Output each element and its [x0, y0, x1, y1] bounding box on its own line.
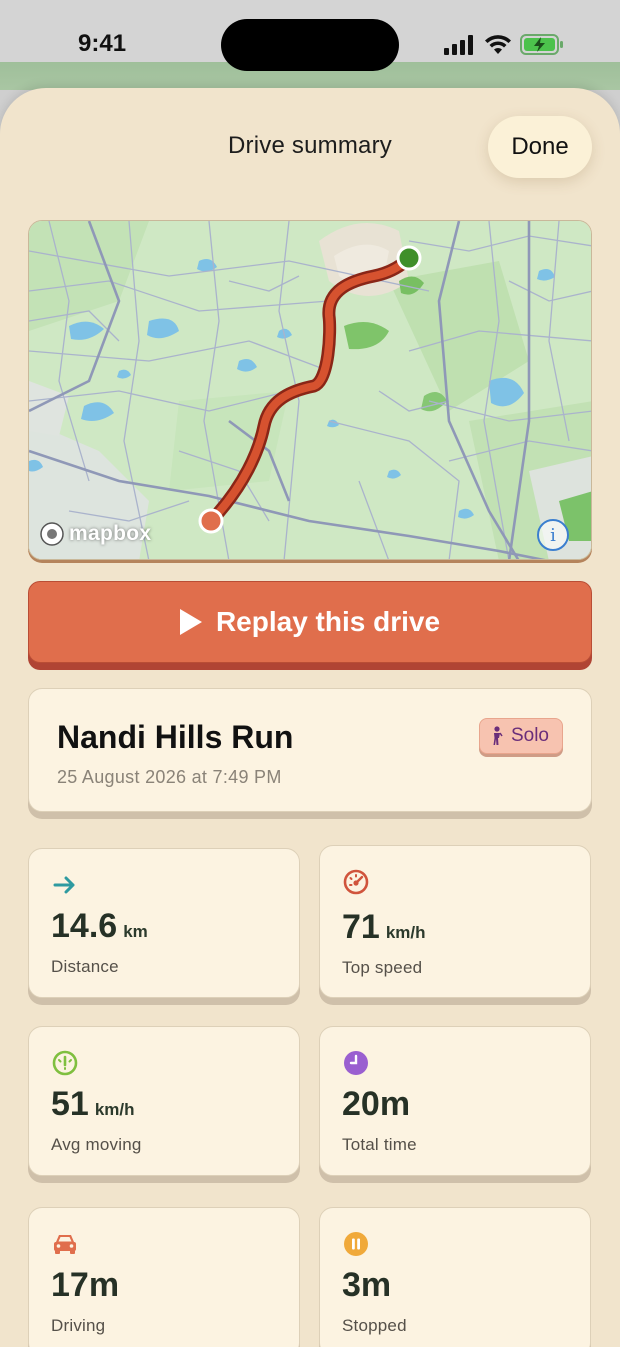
stat-label: Total time	[342, 1135, 417, 1154]
end-marker[interactable]	[198, 508, 224, 534]
done-button[interactable]: Done	[488, 116, 592, 178]
mapbox-icon	[40, 522, 64, 546]
speedometer-icon	[343, 869, 369, 895]
stat-card-stopped: 3m Stopped	[319, 1207, 591, 1347]
stat-value: 51 km/h	[51, 1085, 135, 1123]
battery-charging-icon	[520, 34, 563, 55]
mapbox-wordmark: mapbox	[69, 522, 152, 545]
solo-badge: Solo	[478, 718, 563, 754]
stat-value: 20m	[342, 1085, 411, 1123]
stat-card-distance: 14.6 km Distance	[28, 848, 300, 998]
clock-icon	[344, 1051, 368, 1075]
stat-label: Top speed	[342, 958, 423, 977]
stat-label: Driving	[51, 1316, 106, 1335]
stat-value: 17m	[51, 1266, 120, 1304]
stat-value: 14.6 km	[51, 907, 148, 945]
status-bar: 9:41	[0, 0, 620, 90]
stat-card-total-time: 20m Total time	[319, 1026, 591, 1176]
dynamic-island	[221, 19, 399, 71]
signal-icon	[444, 34, 473, 55]
status-icons	[444, 34, 564, 55]
status-time: 9:41	[78, 30, 127, 57]
stat-card-avg-moving: 51 km/h Avg moving	[28, 1026, 300, 1176]
stat-card-driving: 17m Driving	[28, 1207, 300, 1347]
map-info-button[interactable]: i	[537, 519, 569, 551]
drive-name: Nandi Hills Run	[57, 719, 294, 755]
drive-summary-sheet: Drive summary Done mapbox i Replay this …	[0, 88, 620, 1347]
wifi-icon	[485, 35, 511, 54]
play-icon	[179, 609, 202, 635]
car-icon	[54, 1235, 76, 1254]
stat-label: Avg moving	[51, 1135, 142, 1154]
stat-value: 3m	[342, 1266, 392, 1304]
start-marker[interactable]	[396, 245, 422, 271]
drive-info-card: Nandi Hills Run 25 August 2026 at 7:49 P…	[28, 688, 592, 812]
replay-label: Replay this drive	[215, 606, 441, 637]
mapbox-logo[interactable]: mapbox	[39, 521, 151, 547]
stat-label: Stopped	[342, 1316, 407, 1335]
gauge-icon	[52, 1050, 78, 1076]
arrow-right-icon	[53, 876, 75, 894]
person-icon	[493, 726, 503, 745]
solo-badge-label: Solo	[510, 725, 549, 746]
drive-date: 25 August 2026 at 7:49 PM	[57, 767, 282, 787]
stat-card-top-speed: 71 km/h Top speed	[319, 845, 591, 998]
stat-value: 71 km/h	[342, 908, 426, 946]
pause-icon	[344, 1232, 368, 1256]
route-map[interactable]: mapbox i	[28, 220, 592, 560]
stat-label: Distance	[51, 957, 119, 976]
replay-drive-button[interactable]: Replay this drive	[28, 581, 592, 663]
